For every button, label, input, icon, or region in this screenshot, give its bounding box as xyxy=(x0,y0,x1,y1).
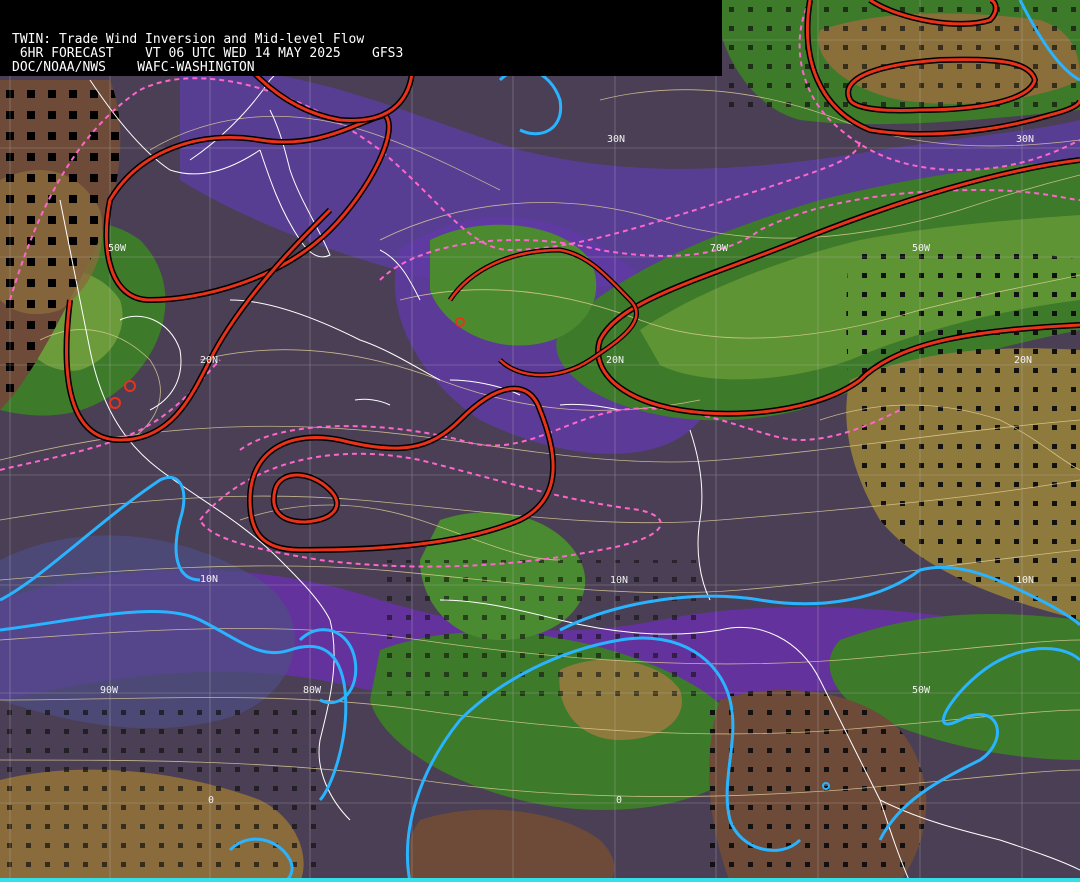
lat-label: 30N xyxy=(1016,134,1035,145)
forecast-valid-time: 6HR FORECAST VT 06 UTC WED 14 MAY 2025 G… xyxy=(12,46,404,61)
title-box: TWIN: Trade Wind Inversion and Mid-level… xyxy=(0,0,722,76)
lat-label: 10N xyxy=(200,574,219,585)
issuing-agency: DOC/NOAA/NWS WAFC-WASHINGTON xyxy=(12,60,255,75)
lat-label: 20N xyxy=(606,355,625,366)
lat-label: 10N xyxy=(610,575,629,586)
lat-label: 20N xyxy=(1014,355,1033,366)
lon-label: 50W xyxy=(912,685,931,696)
lat-label: 30N xyxy=(607,134,626,145)
lon-label: 50W xyxy=(108,243,127,254)
lat-label: 10N xyxy=(1016,575,1035,586)
map-graphic xyxy=(0,0,1080,882)
lon-label: 70W xyxy=(710,243,729,254)
bottom-border-bar xyxy=(0,878,1080,882)
hatch-north xyxy=(720,0,1080,120)
lat-label: 0 xyxy=(208,795,215,806)
hatch-central xyxy=(380,560,700,700)
weather-map: TWIN: Trade Wind Inversion and Mid-level… xyxy=(0,0,1080,882)
lon-label: 50W xyxy=(912,243,931,254)
lon-label: 90W xyxy=(100,685,119,696)
map-title: TWIN: Trade Wind Inversion and Mid-level… xyxy=(12,32,365,47)
hatch-south-west xyxy=(0,700,320,882)
lat-label: 0 xyxy=(616,795,623,806)
lon-label: 80W xyxy=(303,685,322,696)
lat-label: 20N xyxy=(200,355,219,366)
